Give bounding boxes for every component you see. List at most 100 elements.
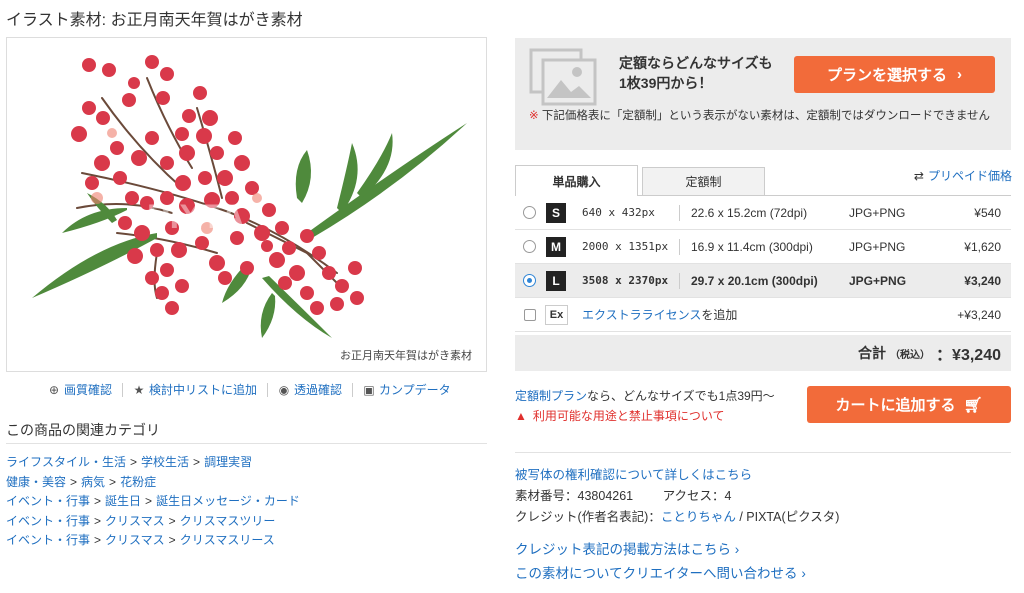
file-format: JPG+PNG <box>849 239 906 254</box>
total-bar: 合計 （税込） ：¥3,240 <box>515 335 1011 371</box>
warning-icon: ▲ <box>515 409 527 423</box>
eye-icon: ◉ <box>278 382 290 397</box>
size-badge: M <box>546 236 566 257</box>
zoom-icon: ⊕ <box>48 382 60 397</box>
contact-creator-label: この素材についてクリエイターへ問い合わせる <box>515 566 798 581</box>
category-link[interactable]: 誕生日メッセージ・カード <box>156 494 300 508</box>
credit-suffix: / PIXTA(ピクスタ) <box>735 510 840 524</box>
item-id-row: 素材番号：43804261 アクセス：4 <box>515 486 839 507</box>
category-link[interactable]: 健康・美容 <box>6 475 66 489</box>
add-to-list-label: 検討中リストに追加 <box>149 383 258 397</box>
price: ¥1,620 <box>964 239 1001 254</box>
category-row: イベント・行事 > クリスマス > クリスマスリース <box>6 531 300 551</box>
credit-howto-label: クレジット表記の掲載方法はこちら <box>515 542 731 557</box>
category-link[interactable]: イベント・行事 <box>6 514 90 528</box>
category-link[interactable]: クリスマス <box>105 533 165 547</box>
category-link[interactable]: イベント・行事 <box>6 533 90 547</box>
category-row: イベント・行事 > クリスマス > クリスマスツリー <box>6 512 300 532</box>
preview-image[interactable]: PIXTA お正月南天年賀はがき素材 <box>6 37 487 372</box>
print-size: 22.6 x 15.2cm (72dpi) <box>691 205 808 220</box>
comp-data-label: カンプデータ <box>379 383 451 397</box>
rights-info-link[interactable]: 被写体の権利確認について詳しくはこちら <box>515 468 752 482</box>
category-link[interactable]: 病気 <box>81 475 105 489</box>
breadcrumb-separator: > <box>70 474 78 489</box>
category-link[interactable]: クリスマス <box>105 514 165 528</box>
transparency-check-link[interactable]: ◉ 透過確認 <box>278 381 342 398</box>
size-badge: S <box>546 202 566 223</box>
promo-text: 定額ならどんなサイズも 1枚39円から！ <box>619 53 773 93</box>
subscription-plan-link[interactable]: 定額制プラン <box>515 389 587 403</box>
promo-line-1: 定額ならどんなサイズも <box>619 55 773 71</box>
print-size: 16.9 x 11.4cm (300dpi) <box>691 239 813 254</box>
category-link[interactable]: クリスマスツリー <box>180 514 276 528</box>
category-link[interactable]: イベント・行事 <box>6 494 90 508</box>
column-divider <box>679 204 680 221</box>
category-link[interactable]: クリスマスリース <box>180 533 275 547</box>
tool-divider <box>352 382 354 397</box>
preview-caption: お正月南天年賀はがき素材 <box>340 350 472 362</box>
category-row: イベント・行事 > 誕生日 > 誕生日メッセージ・カード <box>6 492 300 512</box>
subscription-promo: 定額ならどんなサイズも 1枚39円から！ プランを選択する › ※ 下記価格表に… <box>515 38 1011 150</box>
file-format: JPG+PNG <box>849 205 906 220</box>
extra-license-row[interactable]: Ex エクストラライセンスを追加 +¥3,240 <box>515 298 1011 332</box>
contact-creator-link[interactable]: この素材についてクリエイターへ問い合わせる › <box>515 562 806 586</box>
category-link[interactable]: ライフスタイル・生活 <box>6 455 126 469</box>
credit-howto-link[interactable]: クレジット表記の掲載方法はこちら › <box>515 538 806 562</box>
swap-icon: ⇄ <box>913 168 924 183</box>
pixel-size: 640 x 432px <box>582 206 655 219</box>
extra-license-suffix: を追加 <box>701 308 738 322</box>
category-link[interactable]: 誕生日 <box>105 494 141 508</box>
extra-license-checkbox[interactable] <box>524 308 536 321</box>
pixel-size: 2000 x 1351px <box>582 240 669 253</box>
extra-license-label: エクストラライセンスを追加 <box>582 306 737 323</box>
price-row-l[interactable]: L 3508 x 2370px 29.7 x 20.1cm (300dpi) J… <box>515 264 1011 298</box>
category-link[interactable]: 学校生活 <box>141 455 189 469</box>
chevron-right-icon: › <box>801 566 806 581</box>
size-radio[interactable] <box>523 240 536 253</box>
tool-divider <box>122 382 124 397</box>
category-link[interactable]: 調理実習 <box>204 455 252 469</box>
add-to-list-link[interactable]: ★ 検討中リストに追加 <box>133 381 257 398</box>
cart-info: 定額制プランなら、どんなサイズでも1点39円〜 ▲ 利用可能な用途と禁止事項につ… <box>515 386 775 426</box>
breadcrumb-separator: > <box>193 455 201 469</box>
comp-data-link[interactable]: ▣ カンプデータ <box>363 381 451 398</box>
related-categories-list: ライフスタイル・生活 > 学校生活 > 調理実習 健康・美容 > 病気 > 花粉症 イベント・行… <box>6 453 300 551</box>
select-plan-button[interactable]: プランを選択する › <box>794 56 995 93</box>
author-link[interactable]: ことりちゃん <box>661 510 736 524</box>
size-radio-selected[interactable] <box>523 274 536 287</box>
extra-price: +¥3,240 <box>957 307 1001 322</box>
extra-badge: Ex <box>545 304 568 325</box>
prepaid-price-link[interactable]: ⇄ プリペイド価格 <box>914 167 1012 184</box>
plan-info: 定額制プランなら、どんなサイズでも1点39円〜 <box>515 386 775 406</box>
size-radio[interactable] <box>523 206 536 219</box>
category-row: ライフスタイル・生活 > 学校生活 > 調理実習 <box>6 453 300 473</box>
price-row-s[interactable]: S 640 x 432px 22.6 x 15.2cm (72dpi) JPG+… <box>515 196 1011 230</box>
access-label: アクセス： <box>662 489 725 503</box>
quality-check-link[interactable]: ⊕ 画質確認 <box>48 381 112 398</box>
tab-subscription[interactable]: 定額制 <box>642 167 765 196</box>
related-divider <box>6 443 487 444</box>
size-badge: L <box>546 270 566 291</box>
meta-divider <box>515 452 1011 453</box>
add-to-cart-button[interactable]: カートに追加する 🛒︎ <box>807 386 1011 423</box>
image-icon: ▣ <box>363 382 375 397</box>
breadcrumb-separator: > <box>145 494 153 508</box>
breadcrumb-separator: > <box>109 474 117 489</box>
select-plan-label: プランを選択する <box>826 67 947 84</box>
breadcrumb-separator: > <box>94 513 102 528</box>
plan-info-text: なら、どんなサイズでも1点39円〜 <box>587 389 775 403</box>
credit-label: クレジット(作者名表記)： <box>515 510 661 524</box>
usage-warning-label: 利用可能な用途と禁止事項について <box>532 409 725 423</box>
price-row-m[interactable]: M 2000 x 1351px 16.9 x 11.4cm (300dpi) J… <box>515 230 1011 264</box>
category-link[interactable]: 花粉症 <box>120 475 156 489</box>
extra-license-link[interactable]: エクストラライセンス <box>582 308 701 322</box>
add-to-cart-label: カートに追加する <box>835 397 956 414</box>
pixel-size: 3508 x 2370px <box>582 274 669 287</box>
tab-single-purchase[interactable]: 単品購入 <box>515 165 638 196</box>
usage-warning[interactable]: ▲ 利用可能な用途と禁止事項について <box>515 406 775 426</box>
price: ¥540 <box>974 205 1001 220</box>
tax-label: （税込） <box>890 349 931 361</box>
item-id-value: 43804261 <box>577 489 634 503</box>
file-format: JPG+PNG <box>849 273 907 288</box>
image-placeholder-icon <box>529 48 597 106</box>
